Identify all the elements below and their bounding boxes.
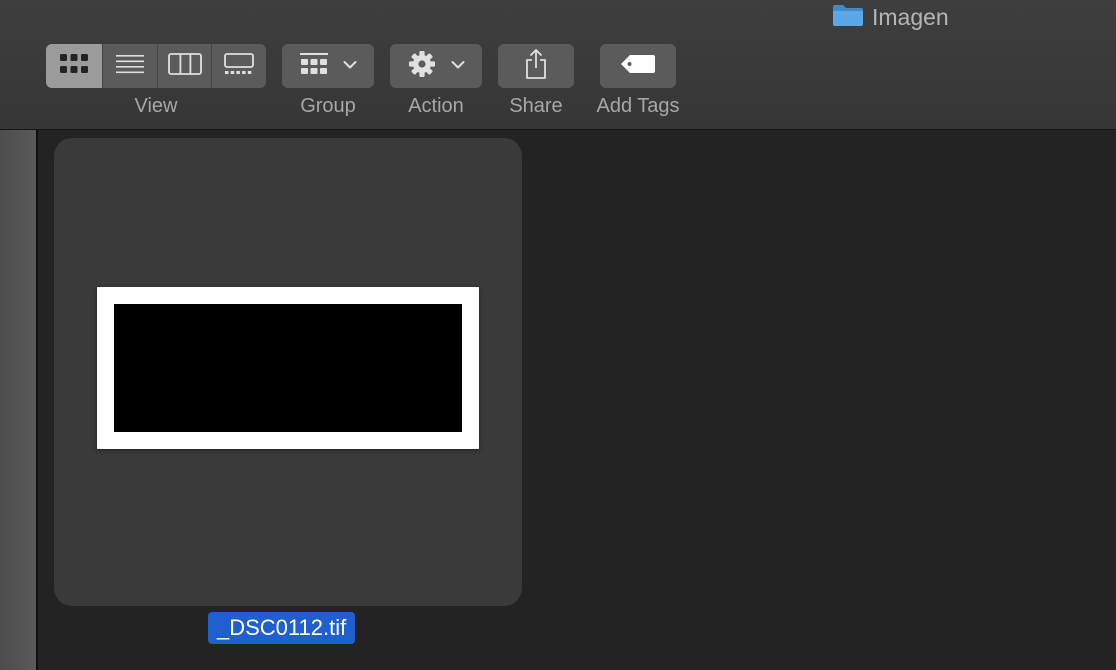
finder-window: Imagen View Group Action Share Add Tags … xyxy=(0,0,1116,670)
list-view-button[interactable] xyxy=(103,44,158,88)
gallery-view-icon xyxy=(224,52,255,80)
group-button[interactable] xyxy=(282,44,374,88)
window-title: Imagen xyxy=(832,3,949,31)
group-control: Group xyxy=(282,44,374,117)
chevron-down-icon xyxy=(451,57,465,75)
add-tags-button[interactable] xyxy=(600,44,676,88)
gear-icon xyxy=(407,49,437,84)
window-title-text: Imagen xyxy=(872,3,949,30)
add-tags-control: Add Tags xyxy=(596,44,680,117)
sidebar[interactable] xyxy=(0,130,38,670)
file-icon-grid: _DSC0112.tif xyxy=(38,130,1116,670)
group-icon xyxy=(299,52,329,81)
column-view-icon xyxy=(167,52,202,80)
share-button[interactable] xyxy=(498,44,574,88)
action-control: Action xyxy=(390,44,482,117)
icon-view-icon xyxy=(59,53,89,80)
file-name-label[interactable]: _DSC0112.tif xyxy=(208,612,356,644)
icon-view-button[interactable] xyxy=(46,44,104,88)
column-view-button[interactable] xyxy=(158,44,213,88)
group-label: Group xyxy=(300,95,356,117)
action-label: Action xyxy=(408,95,464,117)
list-view-icon xyxy=(115,53,145,80)
action-button[interactable] xyxy=(390,44,482,88)
gallery-view-button[interactable] xyxy=(212,44,266,88)
image-thumbnail xyxy=(97,287,479,449)
tag-icon xyxy=(620,54,656,79)
share-icon xyxy=(524,48,548,85)
share-control: Share xyxy=(498,44,574,117)
share-label: Share xyxy=(509,95,563,117)
view-label: View xyxy=(134,95,178,117)
file-item[interactable] xyxy=(54,138,522,606)
toolbar: Imagen View Group Action Share Add Tags xyxy=(0,0,1116,130)
add-tags-label: Add Tags xyxy=(596,95,680,117)
folder-icon xyxy=(832,3,864,32)
chevron-down-icon xyxy=(343,57,357,75)
view-control: View xyxy=(46,44,266,117)
